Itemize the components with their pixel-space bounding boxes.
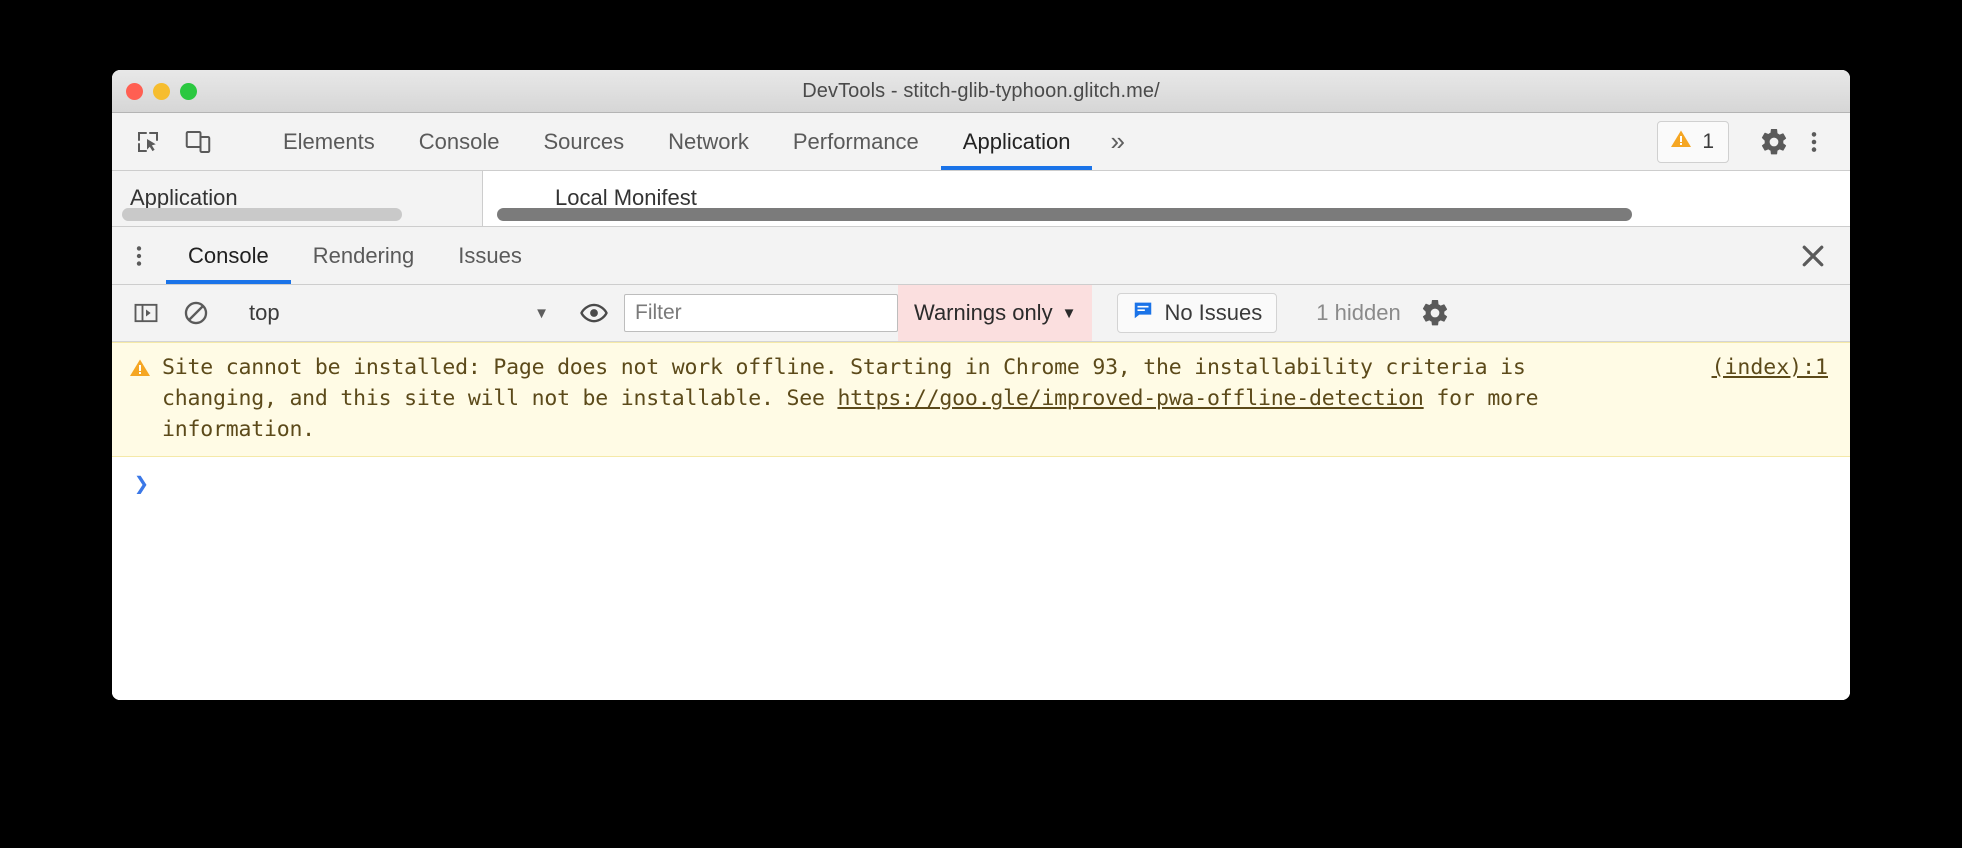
execution-context-value: top: [249, 300, 280, 325]
window-titlebar: DevTools - stitch-glib-typhoon.glitch.me…: [112, 70, 1850, 113]
drawer-kebab-menu-icon[interactable]: [112, 227, 166, 284]
console-level-select[interactable]: Warnings only ▼: [898, 285, 1093, 341]
application-main-pane: Local Monifest: [483, 171, 1850, 226]
maximize-window-button[interactable]: [180, 82, 197, 100]
devtools-window: DevTools - stitch-glib-typhoon.glitch.me…: [112, 70, 1850, 700]
close-icon[interactable]: [1776, 227, 1850, 284]
drawer-tab-label: Console: [188, 242, 269, 268]
console-toolbar: top ▼ Filter Warnings only ▼ No Issues 1…: [112, 285, 1850, 342]
console-warning-message[interactable]: Site cannot be installed: Page does not …: [112, 342, 1850, 457]
console-level-value: Warnings only: [914, 300, 1053, 325]
chevron-down-icon: ▼: [1061, 304, 1077, 322]
chevron-down-icon: ▼: [534, 304, 549, 322]
tab-console[interactable]: Console: [397, 113, 522, 170]
tab-performance[interactable]: Performance: [771, 113, 941, 170]
window-title: DevTools - stitch-glib-typhoon.glitch.me…: [802, 79, 1160, 102]
tab-sources[interactable]: Sources: [521, 113, 646, 170]
gear-icon[interactable]: [1415, 293, 1455, 333]
clear-console-icon[interactable]: [176, 293, 216, 333]
warning-triangle-icon: [128, 356, 152, 385]
console-filter-placeholder: Filter: [635, 301, 682, 324]
console-filter-input[interactable]: Filter: [624, 294, 898, 332]
console-prompt-chevron-icon: ❯: [134, 469, 150, 498]
issues-message-icon: [1132, 299, 1154, 327]
console-prompt-row[interactable]: ❯: [112, 457, 1850, 496]
tab-label: Elements: [283, 128, 375, 154]
drawer-tab-rendering[interactable]: Rendering: [291, 227, 437, 284]
devtools-tab-list: Elements Console Sources Network Perform…: [261, 113, 1143, 170]
live-expression-eye-icon[interactable]: [574, 293, 614, 333]
warning-count-label: 1: [1702, 129, 1714, 153]
console-message-source-link[interactable]: (index):1: [1712, 352, 1829, 383]
chevron-double-right-icon: »: [1110, 126, 1125, 156]
issues-button[interactable]: No Issues: [1117, 293, 1278, 333]
drawer-tab-label: Issues: [458, 242, 522, 268]
warning-count-badge[interactable]: 1: [1657, 120, 1729, 163]
application-main-scrollbar[interactable]: [497, 208, 1632, 221]
devtools-toolbar-right: 1: [1657, 113, 1850, 170]
tab-label: Application: [962, 128, 1071, 154]
devtools-drawer: Console Rendering Issues top ▼ Filter Wa…: [112, 226, 1850, 700]
console-message-list: Site cannot be installed: Page does not …: [112, 342, 1850, 700]
tab-label: Console: [418, 128, 500, 154]
application-sidebar-scrollbar[interactable]: [122, 208, 402, 221]
tab-label: Network: [668, 128, 749, 154]
warning-triangle-icon: [1669, 127, 1693, 157]
tab-application[interactable]: Application: [940, 113, 1093, 170]
drawer-tab-bar: Console Rendering Issues: [112, 227, 1850, 285]
tab-label: Sources: [543, 128, 625, 154]
devtools-toolbar-icons: [112, 113, 253, 170]
tab-label: Performance: [792, 128, 919, 154]
application-panel-clipped: Application Local Monifest: [112, 171, 1850, 226]
devtools-main-toolbar: Elements Console Sources Network Perform…: [112, 113, 1850, 171]
close-window-button[interactable]: [126, 82, 143, 100]
kebab-menu-icon[interactable]: [1794, 122, 1834, 162]
tab-elements[interactable]: Elements: [261, 113, 397, 170]
console-warning-text: Site cannot be installed: Page does not …: [162, 352, 1642, 445]
inspect-element-icon[interactable]: [128, 122, 168, 162]
console-sidebar-icon[interactable]: [126, 293, 166, 333]
tab-overflow-button[interactable]: »: [1092, 113, 1142, 170]
execution-context-select[interactable]: top ▼: [241, 300, 549, 326]
gear-icon[interactable]: [1754, 122, 1794, 162]
hidden-messages-count: 1 hidden: [1316, 300, 1401, 325]
drawer-tab-label: Rendering: [312, 242, 415, 268]
minimize-window-button[interactable]: [153, 82, 170, 100]
drawer-tab-issues[interactable]: Issues: [436, 227, 544, 284]
traffic-light-group: [126, 70, 197, 112]
drawer-tab-console[interactable]: Console: [166, 227, 291, 284]
tab-network[interactable]: Network: [646, 113, 771, 170]
issues-button-label: No Issues: [1164, 300, 1263, 325]
device-toolbar-icon[interactable]: [178, 122, 218, 162]
application-sidebar: Application: [112, 171, 483, 226]
pwa-offline-detection-link[interactable]: https://goo.gle/improved-pwa-offline-det…: [837, 386, 1423, 411]
